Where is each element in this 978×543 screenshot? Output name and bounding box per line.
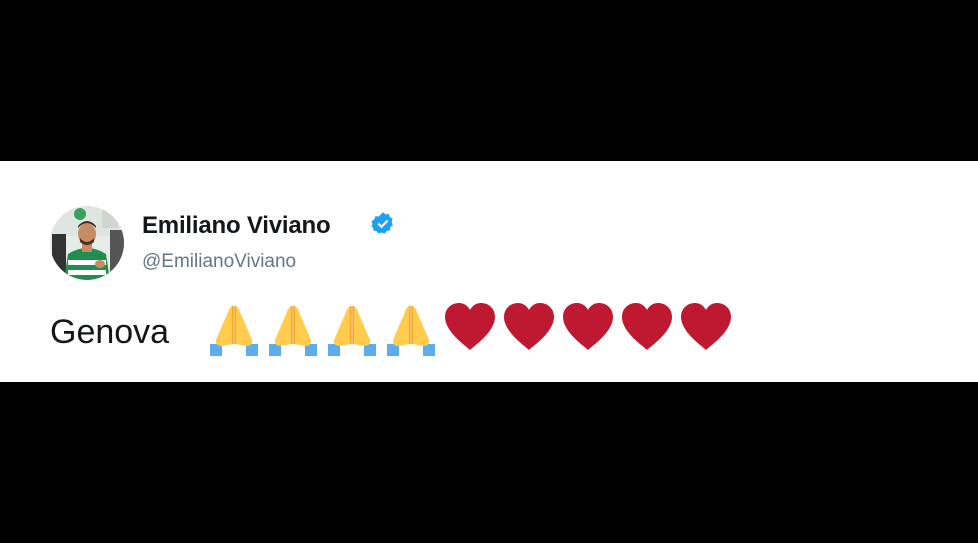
tweet-text: Genova <box>50 313 170 351</box>
handle[interactable]: @EmilianoViviano <box>142 251 296 273</box>
verified-badge-icon <box>371 212 393 234</box>
red-heart-emoji <box>563 303 613 350</box>
display-name[interactable]: Emiliano Viviano <box>142 212 331 240</box>
folded-hands-emoji <box>269 306 317 356</box>
avatar[interactable] <box>50 206 124 280</box>
red-heart-emoji <box>504 303 554 350</box>
letterbox-top <box>0 0 978 161</box>
emoji-row <box>206 300 737 356</box>
folded-hands-emoji <box>328 306 376 356</box>
folded-hands-emoji <box>387 306 435 356</box>
tweet-card: Emiliano Viviano @EmilianoViviano Genova <box>0 161 978 382</box>
avatar-photo <box>50 206 124 280</box>
red-heart-emoji <box>445 303 495 350</box>
folded-hands-emoji <box>210 306 258 356</box>
red-heart-emoji <box>681 303 731 350</box>
red-heart-emoji <box>622 303 672 350</box>
letterbox-bottom <box>0 382 978 543</box>
